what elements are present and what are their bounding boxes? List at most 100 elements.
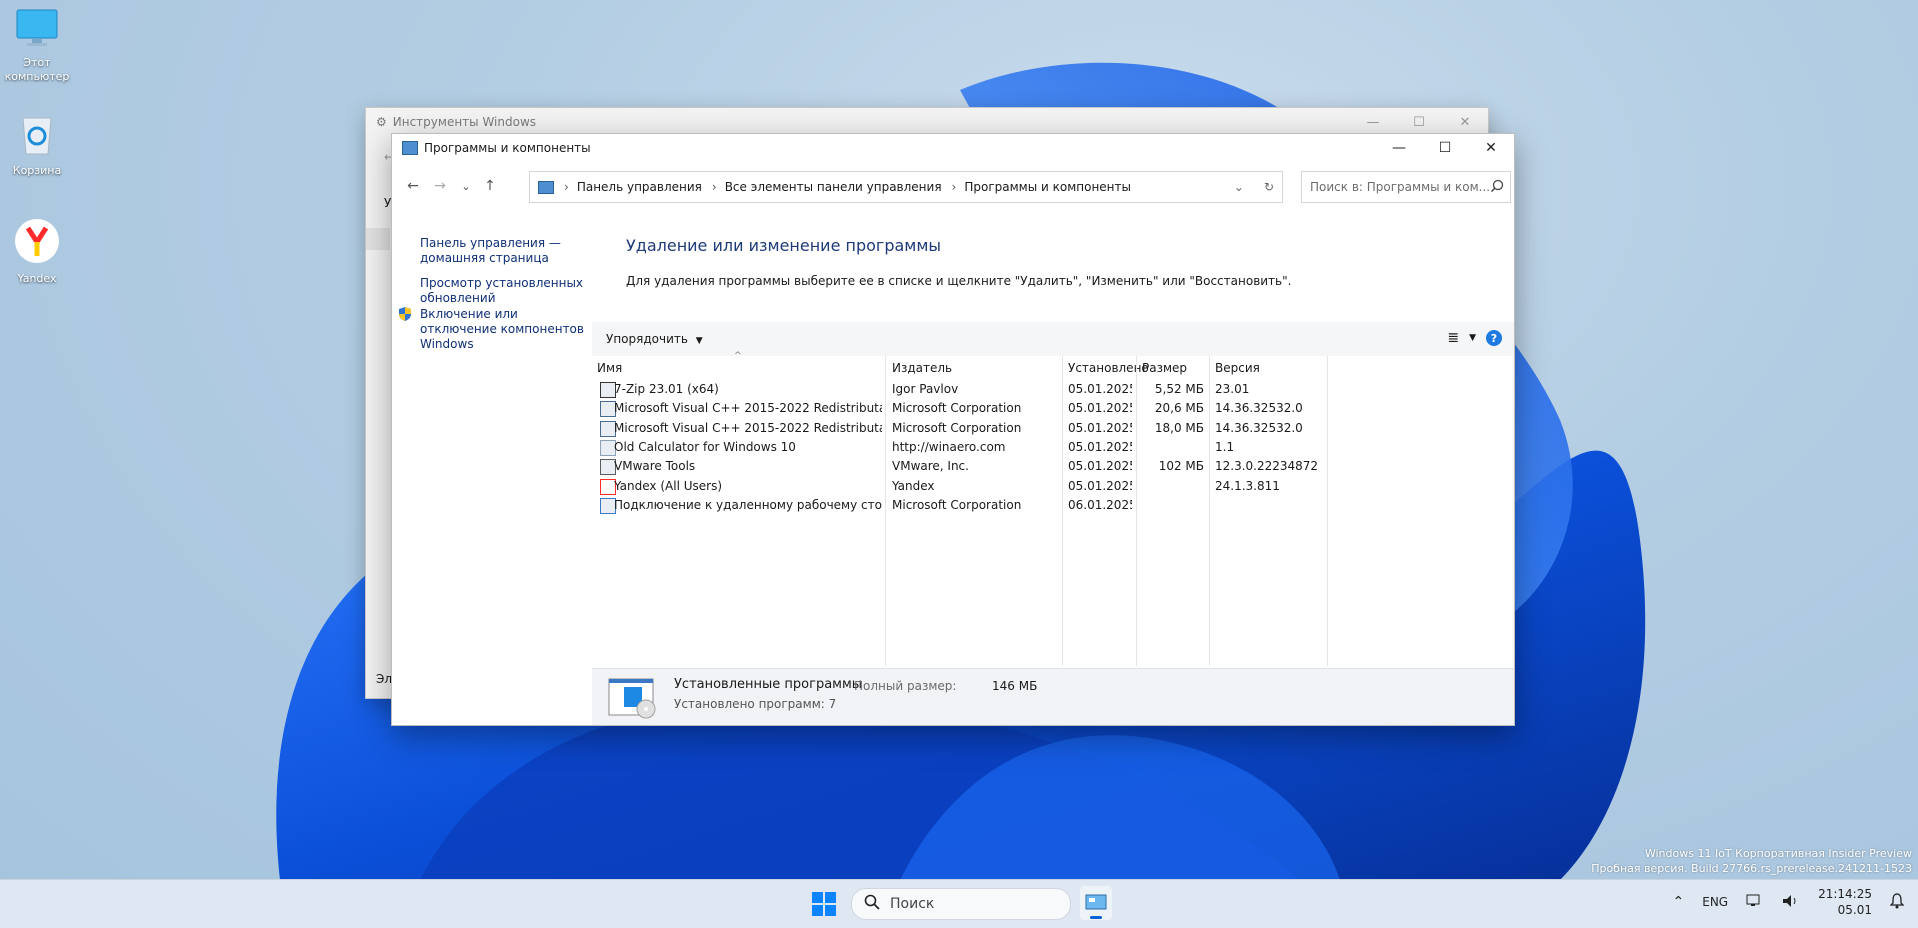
minimize-button[interactable]: — [1350, 108, 1396, 136]
column-header-version[interactable]: Версия [1215, 356, 1260, 380]
table-row[interactable]: Подключение к удаленному рабочему столу M… [592, 496, 1514, 515]
help-icon[interactable]: ? [1486, 330, 1502, 346]
command-toolbar: Упорядочить ▼ ≣ ▼ ? [592, 322, 1514, 356]
column-header-size[interactable]: Размер [1142, 356, 1187, 380]
cell-size: 18,0 МБ [1154, 420, 1204, 435]
address-bar[interactable]: › Панель управления › Все элементы панел… [529, 171, 1283, 203]
forward-arrow-icon[interactable]: → [429, 175, 451, 197]
input-language-indicator[interactable]: ENG [1702, 895, 1728, 909]
maximize-button[interactable]: ☐ [1396, 108, 1442, 136]
table-row[interactable]: Yandex (All Users) Yandex 05.01.2025 24.1.3… [592, 477, 1514, 496]
programs-and-features-window[interactable]: Программы и компоненты — ☐ ✕ ← → ⌄ ↑ › П… [391, 133, 1515, 726]
breadcrumb-programs[interactable]: Программы и компоненты [964, 180, 1131, 194]
recent-locations-chevron-icon[interactable]: ⌄ [455, 175, 477, 197]
link-view-installed-updates[interactable]: Просмотр установленных обновлений [420, 276, 590, 306]
window-titlebar[interactable]: ⚙ Инструменты Windows [366, 108, 1488, 136]
column-header-name[interactable]: Имя [597, 356, 622, 380]
organize-button[interactable]: Упорядочить ▼ [606, 332, 703, 346]
cell-publisher: VMware, Inc. [892, 459, 969, 474]
cell-publisher: Microsoft Corporation [892, 420, 1022, 435]
active-app-indicator [1090, 916, 1102, 919]
taskbar-search-label: Поиск [890, 896, 935, 912]
table-row[interactable]: VMware Tools VMware, Inc. 05.01.2025 102 МБ… [592, 457, 1514, 476]
search-placeholder: Поиск в: Программы и ком... [1310, 180, 1491, 194]
clock-date: 05.01 [1837, 903, 1872, 917]
taskbar-search-box[interactable]: Поиск [851, 888, 1071, 920]
left-task-pane: Панель управления — домашняя страница Пр… [392, 214, 592, 724]
cell-name: Old Calculator for Windows 10 [614, 439, 796, 454]
refresh-icon[interactable]: ↻ [1264, 180, 1274, 194]
search-icon [864, 894, 880, 914]
windows-logo-icon [812, 892, 836, 916]
window-titlebar[interactable]: Программы и компоненты [392, 134, 1514, 162]
program-count: Установлено программ: 7 [674, 697, 837, 711]
link-control-panel-home[interactable]: Панель управления — домашняя страница [420, 236, 590, 266]
volume-icon[interactable] [1782, 894, 1800, 911]
breadcrumb-separator-icon[interactable]: › [712, 180, 717, 194]
cell-version: 12.3.0.22234872 [1215, 459, 1319, 474]
yandex-browser-icon [0, 218, 74, 268]
table-row[interactable]: Microsoft Visual C++ 2015-2022 Redistrib… [592, 399, 1514, 418]
cell-installed: 05.01.2025 [1068, 420, 1132, 435]
watermark-line-2: Пробная версия. Build 27766.rs_prereleas… [1591, 862, 1912, 875]
view-options-dropdown-icon[interactable]: ▼ [1469, 333, 1476, 343]
close-button[interactable]: ✕ [1468, 134, 1514, 162]
dropdown-arrow-icon: ▼ [695, 336, 703, 346]
cell-version: 24.1.3.811 [1215, 478, 1280, 493]
cell-version: 14.36.32532.0 [1215, 401, 1303, 416]
back-arrow-icon[interactable]: ← [402, 175, 424, 197]
cell-version: 23.01 [1215, 382, 1250, 396]
page-heading: Удаление или изменение программы [626, 236, 942, 255]
total-size-value: 146 МБ [992, 679, 1038, 693]
search-icon[interactable] [1490, 179, 1504, 196]
maximize-button[interactable]: ☐ [1422, 134, 1468, 162]
show-hidden-icons-chevron-icon[interactable]: ⌃ [1673, 894, 1685, 910]
desktop-icon-recycle-bin[interactable]: Корзина [0, 112, 74, 178]
minimize-button[interactable]: — [1376, 134, 1422, 162]
up-arrow-icon[interactable]: ↑ [479, 175, 501, 197]
desktop-icon-this-pc[interactable]: Этот компьютер [0, 8, 74, 84]
close-button[interactable]: ✕ [1442, 108, 1488, 136]
taskbar-app-control-panel[interactable] [1080, 886, 1112, 920]
cell-version: 1.1 [1215, 439, 1235, 454]
clock[interactable]: 21:14:25 05.01 [1818, 886, 1872, 918]
cell-publisher: Microsoft Corporation [892, 497, 1022, 512]
cell-size: 20,6 МБ [1154, 401, 1204, 416]
selected-item-highlight [366, 228, 390, 250]
programs-list[interactable]: ^ Имя Издатель Установлено Размер Версия… [592, 351, 1514, 666]
recycle-bin-icon [0, 112, 74, 160]
desktop-icon-yandex[interactable]: Yandex [0, 218, 74, 286]
cell-publisher: Microsoft Corporation [892, 401, 1022, 416]
breadcrumb-all-items[interactable]: Все элементы панели управления [725, 180, 942, 194]
desktop-icon-label: Yandex [17, 272, 57, 285]
cell-publisher: http://winaero.com [892, 439, 1006, 454]
start-button[interactable] [812, 892, 836, 919]
notification-bell-icon[interactable] [1889, 892, 1905, 912]
installed-programs-icon [608, 677, 658, 722]
table-row[interactable]: Microsoft Visual C++ 2015-2022 Redistrib… [592, 419, 1514, 438]
cell-installed: 05.01.2025 [1068, 382, 1132, 396]
cell-installed: 05.01.2025 [1068, 459, 1132, 474]
cell-name: 7-Zip 23.01 (x64) [614, 382, 719, 396]
column-header-publisher[interactable]: Издатель [892, 356, 952, 380]
tools-icon: ⚙ [376, 115, 387, 129]
table-row[interactable]: Old Calculator for Windows 10 http://wina… [592, 438, 1514, 457]
cell-installed: 05.01.2025 [1068, 478, 1132, 493]
cell-name: Подключение к удаленному рабочему столу [614, 497, 882, 512]
desktop-icon-label: Этот компьютер [4, 56, 70, 83]
windows-watermark: Windows 11 IoT Корпоративная Insider Pre… [1591, 846, 1912, 876]
address-dropdown-chevron-icon[interactable]: ⌄ [1234, 180, 1244, 194]
table-row[interactable]: 7-Zip 23.01 (x64) Igor Pavlov 05.01.2025 5,… [592, 380, 1514, 399]
breadcrumb-control-panel[interactable]: Панель управления [577, 180, 702, 194]
search-input[interactable]: Поиск в: Программы и ком... [1301, 171, 1511, 203]
view-details-icon[interactable]: ≣ [1447, 330, 1459, 346]
link-windows-features[interactable]: Включение или отключение компонентов Win… [420, 307, 590, 352]
sort-indicator-icon: ^ [734, 351, 742, 361]
control-panel-icon [538, 180, 554, 194]
breadcrumb-separator-icon[interactable]: › [952, 180, 957, 194]
cell-version: 14.36.32532.0 [1215, 420, 1303, 435]
breadcrumb-separator-icon[interactable]: › [564, 180, 569, 194]
network-icon[interactable] [1746, 894, 1764, 911]
total-size-label: Полный размер: [854, 679, 957, 693]
status-bar: Установленные программы Полный размер: 1… [592, 668, 1514, 725]
